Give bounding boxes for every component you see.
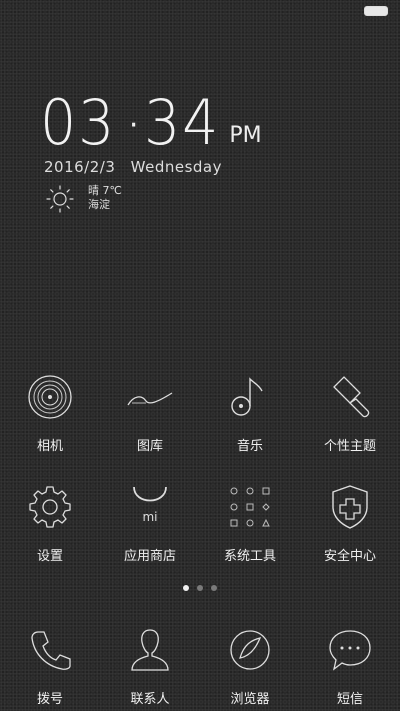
- page-indicator[interactable]: [0, 585, 400, 591]
- gallery-icon: [127, 392, 173, 406]
- theme-brush-icon: [333, 376, 370, 418]
- weather-location: 海淀: [88, 198, 110, 211]
- system-tools-icon: [230, 487, 270, 527]
- music-icon: [231, 377, 263, 416]
- app-label: 应用商店: [123, 549, 176, 564]
- app-music[interactable]: 音乐: [200, 373, 300, 454]
- battery-icon: [364, 6, 388, 16]
- gear-icon: [29, 486, 71, 528]
- page-dot-active[interactable]: [183, 585, 189, 591]
- sun-icon: [46, 185, 74, 213]
- app-grid-row-1: 相机 图库 音乐 个性主题: [0, 373, 400, 454]
- dock: 拨号 联系人 浏览器 短信: [0, 626, 400, 707]
- app-label: 短信: [336, 692, 363, 707]
- app-dialer[interactable]: 拨号: [0, 626, 100, 707]
- clock-separator: ·: [128, 108, 139, 143]
- app-gallery[interactable]: 图库: [100, 373, 200, 454]
- contacts-icon: [131, 629, 169, 671]
- clock-minute: 34: [144, 86, 221, 159]
- app-label: 浏览器: [230, 692, 270, 707]
- app-settings[interactable]: 设置: [0, 483, 100, 564]
- clock-ampm: PM: [229, 123, 262, 148]
- weather-widget[interactable]: 晴 7℃ 海淀: [46, 184, 122, 213]
- phone-icon: [31, 631, 71, 670]
- app-messages[interactable]: 短信: [300, 626, 400, 707]
- app-contacts[interactable]: 联系人: [100, 626, 200, 707]
- page-dot[interactable]: [211, 585, 217, 591]
- weekday-text: Wednesday: [130, 158, 222, 176]
- app-security[interactable]: 安全中心: [300, 483, 400, 564]
- app-label: 个性主题: [323, 439, 376, 454]
- browser-icon: [230, 630, 270, 670]
- app-camera[interactable]: 相机: [0, 373, 100, 454]
- app-label: 系统工具: [223, 549, 276, 564]
- app-themes[interactable]: 个性主题: [300, 373, 400, 454]
- app-label: 设置: [36, 549, 63, 564]
- shield-icon: [332, 485, 368, 529]
- message-icon: [329, 630, 371, 671]
- date-text: 2016/2/3: [44, 158, 116, 176]
- camera-icon: [28, 375, 72, 419]
- weather-condition-temp: 晴 7℃: [88, 184, 122, 197]
- app-grid-row-2: 设置 mi 应用商店 系统工具 安全中心: [0, 483, 400, 564]
- app-store-icon: mi: [133, 486, 167, 524]
- svg-text:mi: mi: [142, 510, 157, 524]
- app-browser[interactable]: 浏览器: [200, 626, 300, 707]
- app-label: 相机: [36, 439, 63, 454]
- app-label: 图库: [136, 439, 163, 454]
- app-label: 拨号: [36, 692, 63, 707]
- page-dot[interactable]: [197, 585, 203, 591]
- app-label: 音乐: [236, 439, 263, 454]
- app-label: 联系人: [130, 692, 170, 707]
- app-label: 安全中心: [323, 549, 376, 564]
- app-system-tools[interactable]: 系统工具: [200, 483, 300, 564]
- clock-hour: 03: [40, 86, 117, 159]
- date-line: 2016/2/3 Wednesday: [44, 158, 222, 176]
- app-store[interactable]: mi 应用商店: [100, 483, 200, 564]
- clock-widget[interactable]: 03 · 34 PM: [40, 92, 262, 154]
